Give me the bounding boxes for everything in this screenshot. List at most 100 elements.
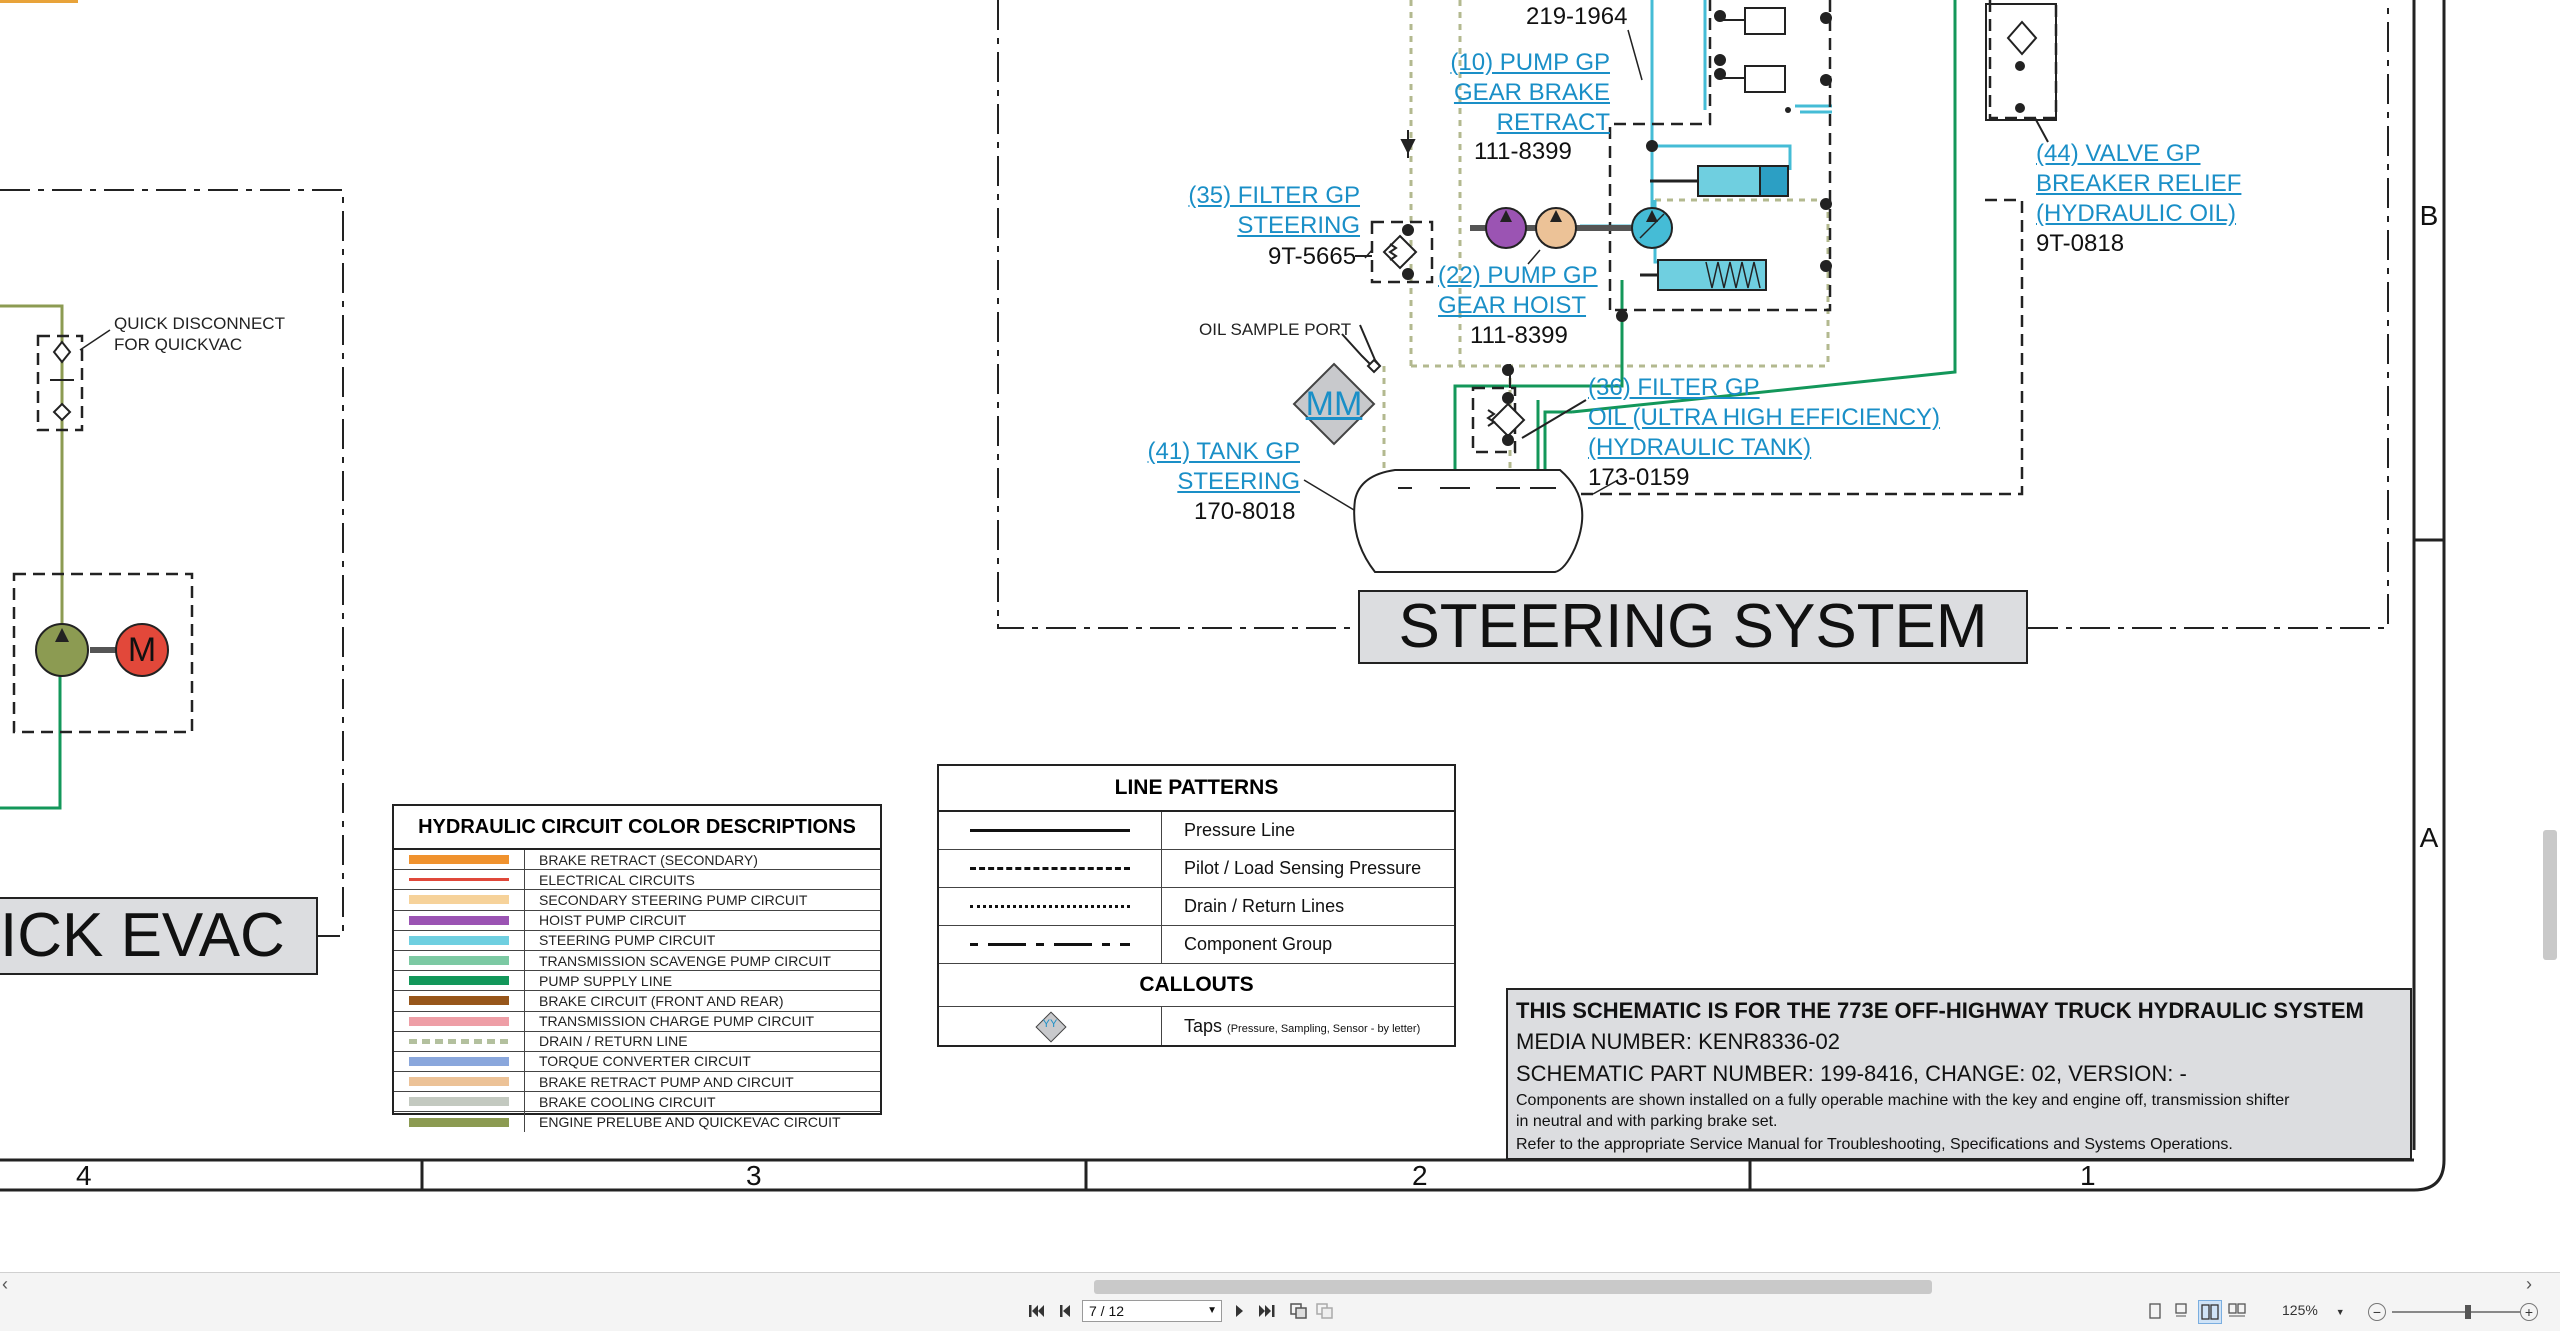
valve-44-line-3[interactable]: (HYDRAULIC OIL) [2036,199,2241,229]
color-swatch [409,996,509,1006]
page-number-value: 7 / 12 [1089,1303,1125,1319]
color-swatch-cell [394,1031,525,1051]
zoom-out-button[interactable]: − [2368,1303,2386,1321]
filter-35-line-2[interactable]: STEERING [1168,211,1360,241]
title-line-1: THIS SCHEMATIC IS FOR THE 773E OFF-HIGHW… [1516,998,2364,1023]
quickevac-line [0,304,64,632]
zone-2-label: 2 [1412,1160,1428,1191]
tap-row: YY Taps (Pressure, Sampling, Sensor - by… [939,1007,1454,1045]
continuous-view-button[interactable] [2170,1300,2192,1322]
quick-disconnect-line-2: FOR QUICKVAC [114,335,243,354]
next-page-icon [1236,1305,1243,1317]
zone-a-label: A [2419,822,2439,853]
pump-22-link[interactable]: (22) PUMP GP GEAR HOIST [1438,261,1598,321]
zoom-slider-track[interactable] [2392,1305,2520,1319]
zoom-level[interactable]: 125% ▼ [2282,1302,2345,1318]
color-legend-row: TRANSMISSION CHARGE PUMP CIRCUIT [394,1011,880,1032]
filter-35-line-1[interactable]: (35) FILTER GP [1168,181,1360,211]
tank-41-part: 170-8018 [1194,498,1296,525]
zoom-dropdown-icon[interactable]: ▼ [2336,1307,2345,1317]
tank-41-link[interactable]: (41) TANK GP STEERING [1130,437,1300,497]
line-pattern-sample-cell [939,812,1162,849]
next-page-button[interactable] [1230,1300,1252,1322]
valve-44-symbol [1985,3,2057,143]
valve-44-line-1[interactable]: (44) VALVE GP [2036,139,2241,169]
title-line-2: MEDIA NUMBER: KENR8336-02 [1516,1029,1840,1054]
pump-10-part: 111-8399 [1474,138,1572,165]
color-swatch [409,1077,509,1087]
line-patterns-rows: Pressure Line Pilot / Load Sensing Pressu… [939,812,1454,964]
first-page-button[interactable] [1026,1300,1048,1322]
vertical-scrollbar-thumb[interactable] [2543,830,2557,960]
two-page-view-button[interactable] [2198,1300,2222,1324]
valve-44-line-2[interactable]: BREAKER RELIEF [2036,169,2241,199]
color-swatch [409,895,509,905]
color-legend-label: HOIST PUMP CIRCUIT [539,912,687,929]
paste-view-icon [1316,1303,1333,1319]
color-swatch-cell [394,991,525,1011]
color-legend-row: SECONDARY STEERING PUMP CIRCUIT [394,890,880,911]
pump-22-line-2[interactable]: GEAR HOIST [1438,291,1598,321]
color-legend-row: HOIST PUMP CIRCUIT [394,910,880,931]
filter-35-link[interactable]: (35) FILTER GP STEERING [1168,181,1360,241]
tank-41-line-2[interactable]: STEERING [1130,467,1300,497]
horizontal-scrollbar-thumb[interactable] [1094,1280,1932,1294]
color-swatch-cell [394,1112,525,1132]
color-swatch-cell [394,890,525,910]
valve-44-link[interactable]: (44) VALVE GP BREAKER RELIEF (HYDRAULIC … [2036,139,2241,229]
filter-36-line-3[interactable]: (HYDRAULIC TANK) [1588,433,1940,463]
zoom-slider-thumb[interactable] [2465,1305,2472,1319]
color-swatch-cell [394,1092,525,1112]
single-page-view-button[interactable] [2144,1300,2166,1322]
steering-pump-lines [1580,0,1832,264]
pump-10-link[interactable]: (10) PUMP GP GEAR BRAKE RETRACT [1432,48,1610,138]
color-swatch-cell [394,1011,525,1031]
color-swatch-cell [394,870,525,890]
filter-36-line-2[interactable]: OIL (ULTRA HIGH EFFICIENCY) [1588,403,1940,433]
zoom-value: 125% [2282,1302,2318,1318]
color-legend-table: HYDRAULIC CIRCUIT COLOR DESCRIPTIONS BRA… [392,804,882,1132]
zoom-in-button[interactable]: + [2520,1303,2538,1321]
prev-page-button[interactable] [1054,1300,1076,1322]
color-swatch [409,935,509,945]
color-legend-label: BRAKE COOLING CIRCUIT [539,1093,716,1110]
line-pattern-row: Component Group [939,926,1454,964]
color-swatch [409,1097,509,1107]
last-page-button[interactable] [1256,1300,1278,1322]
filter-36-line-1[interactable]: (36) FILTER GP [1588,373,1940,403]
pump-10-line-1[interactable]: (10) PUMP GP [1432,48,1610,78]
mm-tap-label[interactable]: MM [1300,384,1368,424]
pump-22-part: 111-8399 [1470,322,1568,349]
color-swatch-cell [394,1072,525,1092]
color-legend-row: BRAKE CIRCUIT (FRONT AND REAR) [394,991,880,1012]
motor-label: M [127,631,157,669]
single-page-icon [2149,1303,2161,1319]
page-number-input[interactable]: 7 / 12 ▼ [1082,1300,1222,1322]
filter-36-part: 173-0159 [1588,464,1690,491]
color-swatch [409,878,509,882]
pump-10-line-2[interactable]: GEAR BRAKE [1432,78,1610,108]
tank-41-line-1[interactable]: (41) TANK GP [1130,437,1300,467]
scroll-left-icon[interactable]: ‹ [2,1274,8,1295]
line-pattern-label: Component Group [1184,934,1333,954]
color-legend-label: TORQUE CONVERTER CIRCUIT [539,1053,751,1070]
scroll-right-icon[interactable]: › [2526,1274,2532,1295]
pump-10-line-3[interactable]: RETRACT [1432,108,1610,138]
paste-view-button[interactable] [1314,1300,1336,1322]
color-swatch [409,956,509,966]
page-dropdown-icon[interactable]: ▼ [1207,1301,1217,1321]
two-page-continuous-button[interactable] [2226,1300,2248,1322]
tap-label-cell: Taps (Pressure, Sampling, Sensor - by le… [1162,1016,1420,1037]
tap-label: Taps [1184,1015,1223,1036]
copy-view-button[interactable] [1288,1300,1310,1322]
color-legend-row: PUMP SUPPLY LINE [394,971,880,992]
tap-note: (Pressure, Sampling, Sensor - by letter) [1227,1022,1421,1035]
color-legend-rows: BRAKE RETRACT (SECONDARY) ELECTRICAL CIRC… [394,850,880,1132]
color-legend-row: TORQUE CONVERTER CIRCUIT [394,1051,880,1073]
color-legend-title: HYDRAULIC CIRCUIT COLOR DESCRIPTIONS [394,806,880,850]
valve-44-part: 9T-0818 [2036,230,2125,257]
title-line-4: Components are shown installed on a full… [1516,1092,2290,1109]
filter-36-link[interactable]: (36) FILTER GP OIL (ULTRA HIGH EFFICIENC… [1588,373,1940,463]
title-line-3: SCHEMATIC PART NUMBER: 199-8416, CHANGE:… [1516,1061,2187,1086]
pump-22-line-1[interactable]: (22) PUMP GP [1438,261,1598,291]
